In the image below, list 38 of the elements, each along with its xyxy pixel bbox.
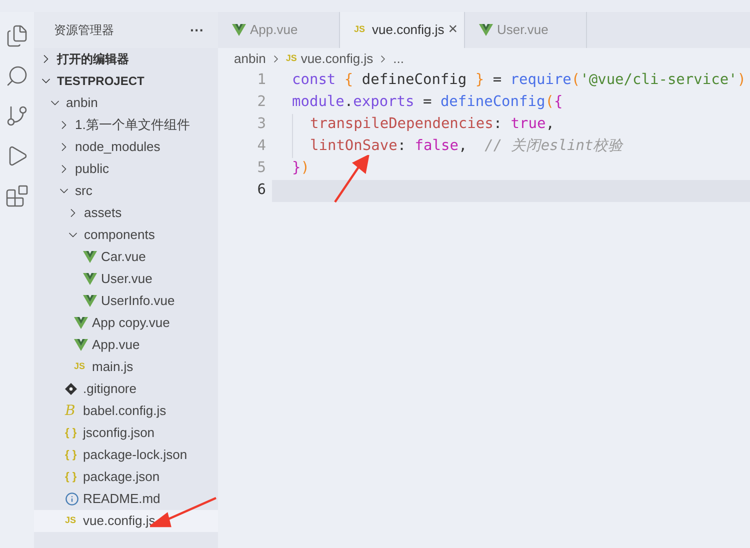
breadcrumb-item[interactable]: ... [393, 49, 404, 69]
braces-icon: { } [65, 446, 79, 464]
braces-icon: { } [65, 424, 79, 442]
babel-icon: B [65, 404, 79, 418]
search-icon[interactable] [5, 64, 29, 88]
more-button[interactable]: ··· [190, 20, 204, 40]
vue-icon [74, 317, 88, 329]
section-header[interactable]: TESTPROJECT [34, 70, 218, 92]
line-number: 5 [256, 159, 267, 178]
section-header[interactable]: 打开的编辑器 [34, 48, 218, 70]
js-icon: JS [286, 52, 297, 66]
vue-icon [83, 295, 97, 307]
vue-icon [479, 24, 493, 36]
braces-icon: { } [65, 468, 79, 486]
js-icon: JS [65, 514, 79, 528]
explorer-icon[interactable] [5, 24, 29, 48]
breadcrumb-item[interactable]: anbin [234, 49, 266, 69]
vue-icon [83, 273, 97, 285]
extensions-icon[interactable] [5, 184, 29, 208]
file-row[interactable]: JS vue.config.js [34, 510, 218, 532]
sidebar-title: 资源管理器 [54, 22, 114, 39]
close-button[interactable]: × [448, 18, 458, 42]
line-number: 6 [256, 181, 267, 200]
diamond-icon [65, 383, 77, 395]
annotation-arrow [334, 155, 370, 203]
breadcrumb-item[interactable]: vue.config.js [300, 49, 374, 69]
js-icon: JS [74, 360, 88, 374]
vue-icon [83, 251, 97, 263]
vue-icon [232, 24, 246, 36]
editor-tab[interactable]: JS vue.config.js × [340, 12, 465, 48]
line-number: 3 [256, 115, 267, 134]
line-number: 2 [256, 93, 267, 112]
info-icon [65, 492, 79, 506]
js-icon: JS [354, 23, 368, 37]
vue-icon [74, 339, 88, 351]
git-branch-icon[interactable] [5, 104, 29, 128]
line-number: 4 [256, 137, 267, 156]
line-number: 1 [256, 71, 267, 90]
